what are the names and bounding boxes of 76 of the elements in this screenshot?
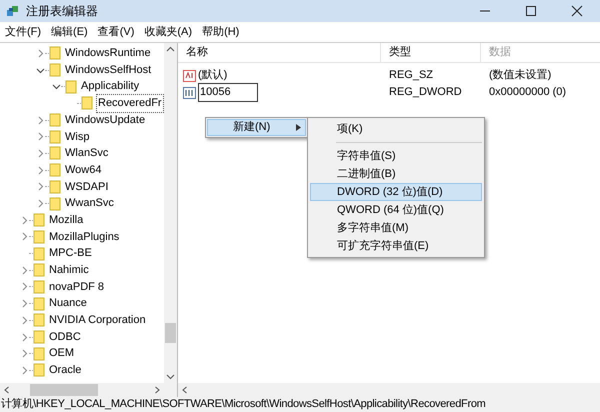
folder-icon (33, 246, 45, 261)
menu-item[interactable]: 查看(V) (92, 24, 140, 40)
window-title: 注册表编辑器 (26, 3, 98, 20)
scroll-left-icon[interactable] (181, 386, 189, 394)
tree-item[interactable]: NVIDIA Corporation (48, 312, 147, 329)
tree-item[interactable]: MPC-BE (48, 245, 93, 262)
menu-item[interactable]: 多字符串值(M) (310, 219, 482, 237)
folder-icon (33, 296, 45, 311)
tree-item[interactable]: ODBC (48, 328, 82, 346)
scroll-left-icon[interactable] (3, 386, 11, 394)
folder-icon (33, 363, 45, 378)
menu-item[interactable]: QWORD (64 位)值(Q) (310, 201, 482, 219)
folder-icon (33, 230, 45, 244)
tree-item[interactable]: Nahimic (48, 262, 90, 279)
menu-item[interactable]: 帮助(H) (197, 24, 244, 40)
vertical-scrollbar[interactable] (164, 43, 177, 383)
table-cell: 0x00000000 (0) (489, 86, 566, 98)
folder-icon (33, 263, 45, 278)
collapsed-chevron-icon[interactable] (36, 48, 45, 58)
value-name[interactable]: (默认) (198, 67, 228, 84)
folder-icon (81, 96, 93, 110)
horizontal-scrollbar[interactable] (178, 383, 600, 397)
name-input-field[interactable]: 10056 (198, 83, 258, 102)
folder-icon (33, 330, 45, 344)
menu-item[interactable]: 字符串值(S) (310, 147, 482, 165)
menu-item[interactable]: 文件(F) (0, 24, 46, 40)
folder-icon (49, 196, 61, 211)
menu-item[interactable]: 二进制值(B) (310, 165, 482, 183)
tree-item[interactable]: Wisp (64, 128, 90, 146)
menu-item[interactable]: 项(K) (310, 120, 482, 138)
horizontal-scrollbar[interactable] (0, 383, 177, 397)
menu-item[interactable]: 可扩充字符串值(E) (310, 237, 482, 255)
string-value-icon (183, 70, 196, 82)
status-bar: 计算机\HKEY_LOCAL_MACHINE\SOFTWARE\Microsoft\WindowsSelfHost\Applicability\RecoveredFrom (0, 397, 600, 412)
tree-item[interactable]: Oracle (48, 362, 82, 379)
tree-item[interactable]: WwanSvc (64, 195, 115, 212)
tree-item[interactable]: Applicability (80, 78, 140, 95)
tree-item[interactable]: OEM (48, 345, 76, 362)
table-cell: REG_DWORD (389, 86, 462, 98)
folder-icon (49, 146, 61, 160)
tree-item[interactable]: Nuance (48, 295, 88, 312)
binary-value-icon (183, 86, 196, 98)
folder-icon (33, 213, 45, 228)
folder-icon (49, 63, 61, 78)
tree-item[interactable]: Wow64 (64, 162, 102, 178)
folder-icon (49, 163, 61, 178)
table-cell: (数值未设置) (489, 69, 552, 82)
scroll-right-icon[interactable] (153, 386, 161, 394)
tree-item[interactable]: WindowsSelfHost (64, 62, 152, 78)
column-header[interactable]: 类型 (389, 44, 411, 61)
folder-icon (33, 346, 45, 361)
folder-icon (49, 46, 61, 60)
folder-icon (33, 313, 45, 328)
menu-item[interactable]: 新建(N) (207, 119, 306, 136)
folder-icon (49, 113, 61, 128)
tree-item[interactable]: WSDAPI (64, 178, 110, 196)
folder-icon (49, 180, 61, 194)
folder-icon (33, 280, 45, 294)
folder-icon (65, 80, 77, 94)
tree-item[interactable]: MozillaPlugins (48, 228, 120, 246)
tree-item[interactable]: Mozilla (48, 212, 84, 228)
scroll-down-icon[interactable] (166, 372, 175, 381)
menu-item[interactable]: 收藏夹(A) (139, 24, 198, 40)
menu-item[interactable]: DWORD (32 位)值(D) (310, 183, 482, 201)
tree-item[interactable]: novaPDF 8 (48, 278, 106, 296)
scroll-up-icon[interactable] (166, 45, 175, 54)
scroll-thumb[interactable] (165, 323, 176, 343)
folder-icon (49, 130, 61, 144)
registry-icon (6, 4, 20, 18)
column-header[interactable]: 名称 (186, 44, 208, 61)
scroll-thumb[interactable] (30, 384, 98, 396)
menu-item[interactable]: 编辑(E) (46, 24, 93, 40)
tree-item[interactable]: WindowsRuntime (64, 45, 152, 62)
table-cell: REG_SZ (389, 69, 434, 82)
tree-item[interactable]: WindowsUpdate (64, 112, 146, 128)
tree-item[interactable]: WlanSvc (64, 145, 110, 162)
